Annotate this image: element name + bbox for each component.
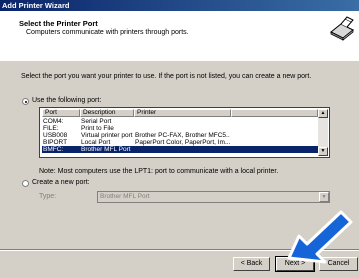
port-list[interactable]: Port Description Printer COM4: Serial Po… bbox=[39, 107, 330, 158]
port-cell: BMFC: bbox=[43, 146, 64, 153]
description-cell: Virtual printer port for ... bbox=[81, 132, 134, 139]
scroll-up-icon[interactable]: ▲ bbox=[318, 109, 328, 118]
window-title: Add Printer Wizard bbox=[0, 0, 359, 11]
description-cell: Local Port bbox=[81, 139, 111, 146]
printer-cell: Brother PC-FAX, Brother MFC5... bbox=[135, 132, 230, 139]
port-cell: COM4: bbox=[43, 118, 64, 125]
header-title: Select the Printer Port bbox=[19, 19, 98, 28]
column-header-blank bbox=[231, 109, 318, 117]
column-header-description[interactable]: Description bbox=[80, 109, 134, 117]
port-row-biport[interactable]: BIPORT Local Port PaperPort Color, Paper… bbox=[42, 139, 318, 146]
port-type-label: Type: bbox=[39, 193, 57, 200]
create-port-label[interactable]: Create a new port: bbox=[32, 179, 90, 186]
header-divider bbox=[0, 60, 359, 61]
description-cell: Brother MFL Port bbox=[81, 146, 131, 153]
intro-text: Select the port you want your printer to… bbox=[21, 73, 312, 80]
port-cell: FILE: bbox=[43, 125, 59, 132]
column-header-port[interactable]: Port bbox=[42, 109, 80, 117]
port-cell: USB008 bbox=[43, 132, 68, 139]
header-subtitle: Computers communicate with printers thro… bbox=[26, 29, 189, 36]
port-cell: BIPORT bbox=[43, 139, 68, 146]
back-button[interactable]: < Back bbox=[233, 257, 270, 271]
port-type-select[interactable]: Brother MFL Port ▼ bbox=[97, 191, 330, 203]
wizard-header: Select the Printer Port Computers commun… bbox=[0, 11, 359, 61]
lpt1-note: Note: Most computers use the LPT1: port … bbox=[39, 168, 279, 175]
port-row-bmfc-selected[interactable]: BMFC: Brother MFL Port bbox=[42, 146, 318, 153]
pointer-arrow-icon bbox=[287, 210, 353, 264]
description-cell: Serial Port bbox=[81, 118, 112, 125]
use-port-radio[interactable] bbox=[22, 98, 29, 105]
create-port-radio[interactable] bbox=[22, 180, 29, 187]
column-header-printer[interactable]: Printer bbox=[134, 109, 231, 117]
port-row-com4[interactable]: COM4: Serial Port bbox=[42, 118, 318, 125]
printer-cell: PaperPort Color, PaperPort, Im... bbox=[135, 139, 230, 146]
port-type-value: Brother MFL Port bbox=[100, 193, 150, 200]
printer-port-icon bbox=[330, 16, 354, 41]
port-row-usb008[interactable]: USB008 Virtual printer port for ... Brot… bbox=[42, 132, 318, 139]
chevron-down-icon[interactable]: ▼ bbox=[319, 192, 329, 202]
port-row-file[interactable]: FILE: Print to File bbox=[42, 125, 318, 132]
scroll-down-icon[interactable]: ▼ bbox=[318, 147, 328, 156]
port-list-scrollbar[interactable]: ▲ ▼ bbox=[318, 109, 328, 156]
description-cell: Print to File bbox=[81, 125, 114, 132]
use-port-label[interactable]: Use the following port: bbox=[32, 97, 101, 104]
